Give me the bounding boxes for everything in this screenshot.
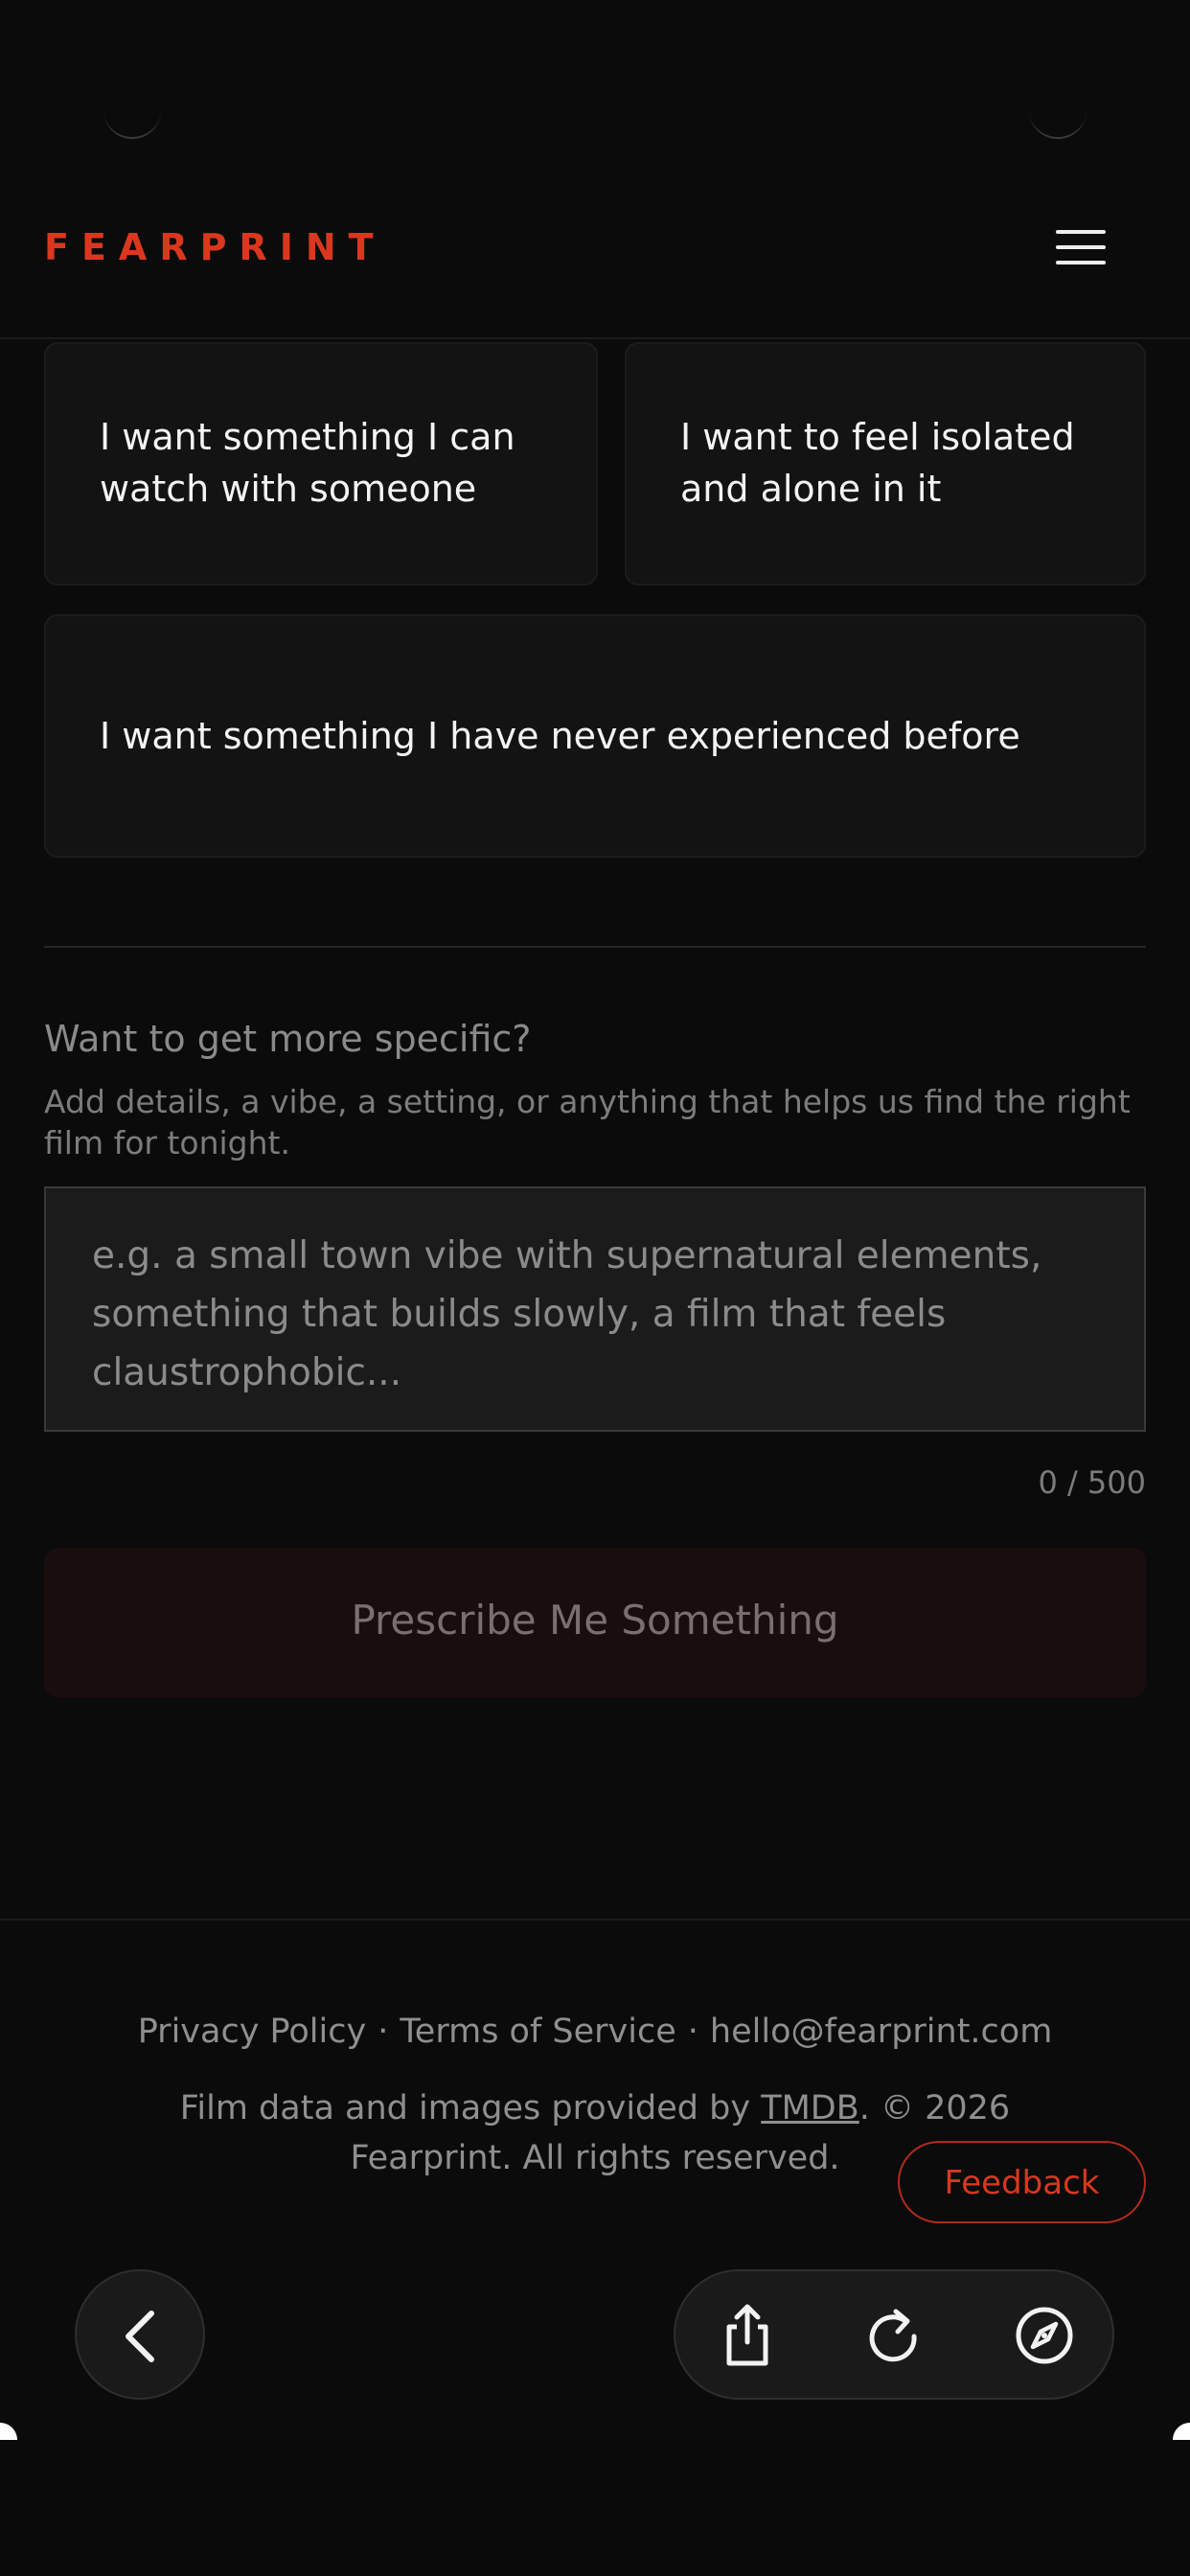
option-label: I want something I have never experience… xyxy=(100,715,1020,757)
menu-line xyxy=(1056,261,1106,264)
privacy-policy-link[interactable]: Privacy Policy xyxy=(138,2012,367,2051)
credits-prefix: Film data and images provided by xyxy=(179,2089,762,2128)
share-button[interactable] xyxy=(714,2302,781,2369)
brand-logo[interactable]: FEARPRINT xyxy=(44,226,386,268)
home-indicator-area xyxy=(0,2440,1190,2576)
section-divider xyxy=(44,946,1146,948)
prescribe-button[interactable]: Prescribe Me Something xyxy=(44,1548,1146,1697)
chevron-left-icon xyxy=(126,2311,154,2362)
option-label: I want to feel isolated and alone in it xyxy=(680,416,1075,510)
reload-icon xyxy=(869,2309,917,2362)
menu-line xyxy=(1056,230,1106,234)
details-textarea[interactable]: e.g. a small town vibe with supernatural… xyxy=(44,1186,1146,1432)
compass-icon xyxy=(1016,2307,1073,2364)
option-label: I want something I can watch with someon… xyxy=(100,416,515,510)
option-card-never-experienced[interactable]: I want something I have never experience… xyxy=(44,614,1146,858)
open-in-browser-button[interactable] xyxy=(1011,2302,1078,2369)
contact-email-link[interactable]: hello@fearprint.com xyxy=(710,2012,1052,2051)
feedback-button[interactable]: Feedback xyxy=(898,2141,1146,2223)
footer-divider xyxy=(0,1919,1190,1920)
textarea-placeholder: e.g. a small town vibe with supernatural… xyxy=(92,1234,1042,1394)
separator: · xyxy=(378,2012,389,2051)
menu-line xyxy=(1056,245,1106,249)
site-header: FEARPRINT xyxy=(0,144,1190,339)
specific-title: Want to get more specific? xyxy=(44,1018,532,1060)
share-icon xyxy=(726,2304,768,2366)
option-card-feel-isolated[interactable]: I want to feel isolated and alone in it xyxy=(625,342,1146,586)
page: FEARPRINT I want something I can watch w… xyxy=(0,0,1190,2440)
reload-button[interactable] xyxy=(859,2302,927,2369)
hamburger-menu-icon[interactable] xyxy=(1054,226,1108,268)
separator: · xyxy=(687,2012,698,2051)
footer-links: Privacy Policy · Terms of Service · hello@fe… xyxy=(0,2012,1190,2051)
option-card-watch-with-someone[interactable]: I want something I can watch with someon… xyxy=(44,342,598,586)
status-arc-right xyxy=(1029,91,1087,139)
terms-of-service-link[interactable]: Terms of Service xyxy=(400,2012,675,2051)
browser-back-button[interactable] xyxy=(75,2269,205,2400)
status-arc-left xyxy=(103,91,161,139)
character-counter: 0 / 500 xyxy=(1038,1464,1146,1501)
tmdb-link[interactable]: TMDB xyxy=(761,2089,859,2128)
specific-subtitle: Add details, a vibe, a setting, or anyth… xyxy=(44,1083,1131,1162)
browser-toolbar xyxy=(674,2269,1114,2400)
feedback-button-label: Feedback xyxy=(944,2164,1100,2202)
prescribe-button-label: Prescribe Me Something xyxy=(351,1597,839,1644)
